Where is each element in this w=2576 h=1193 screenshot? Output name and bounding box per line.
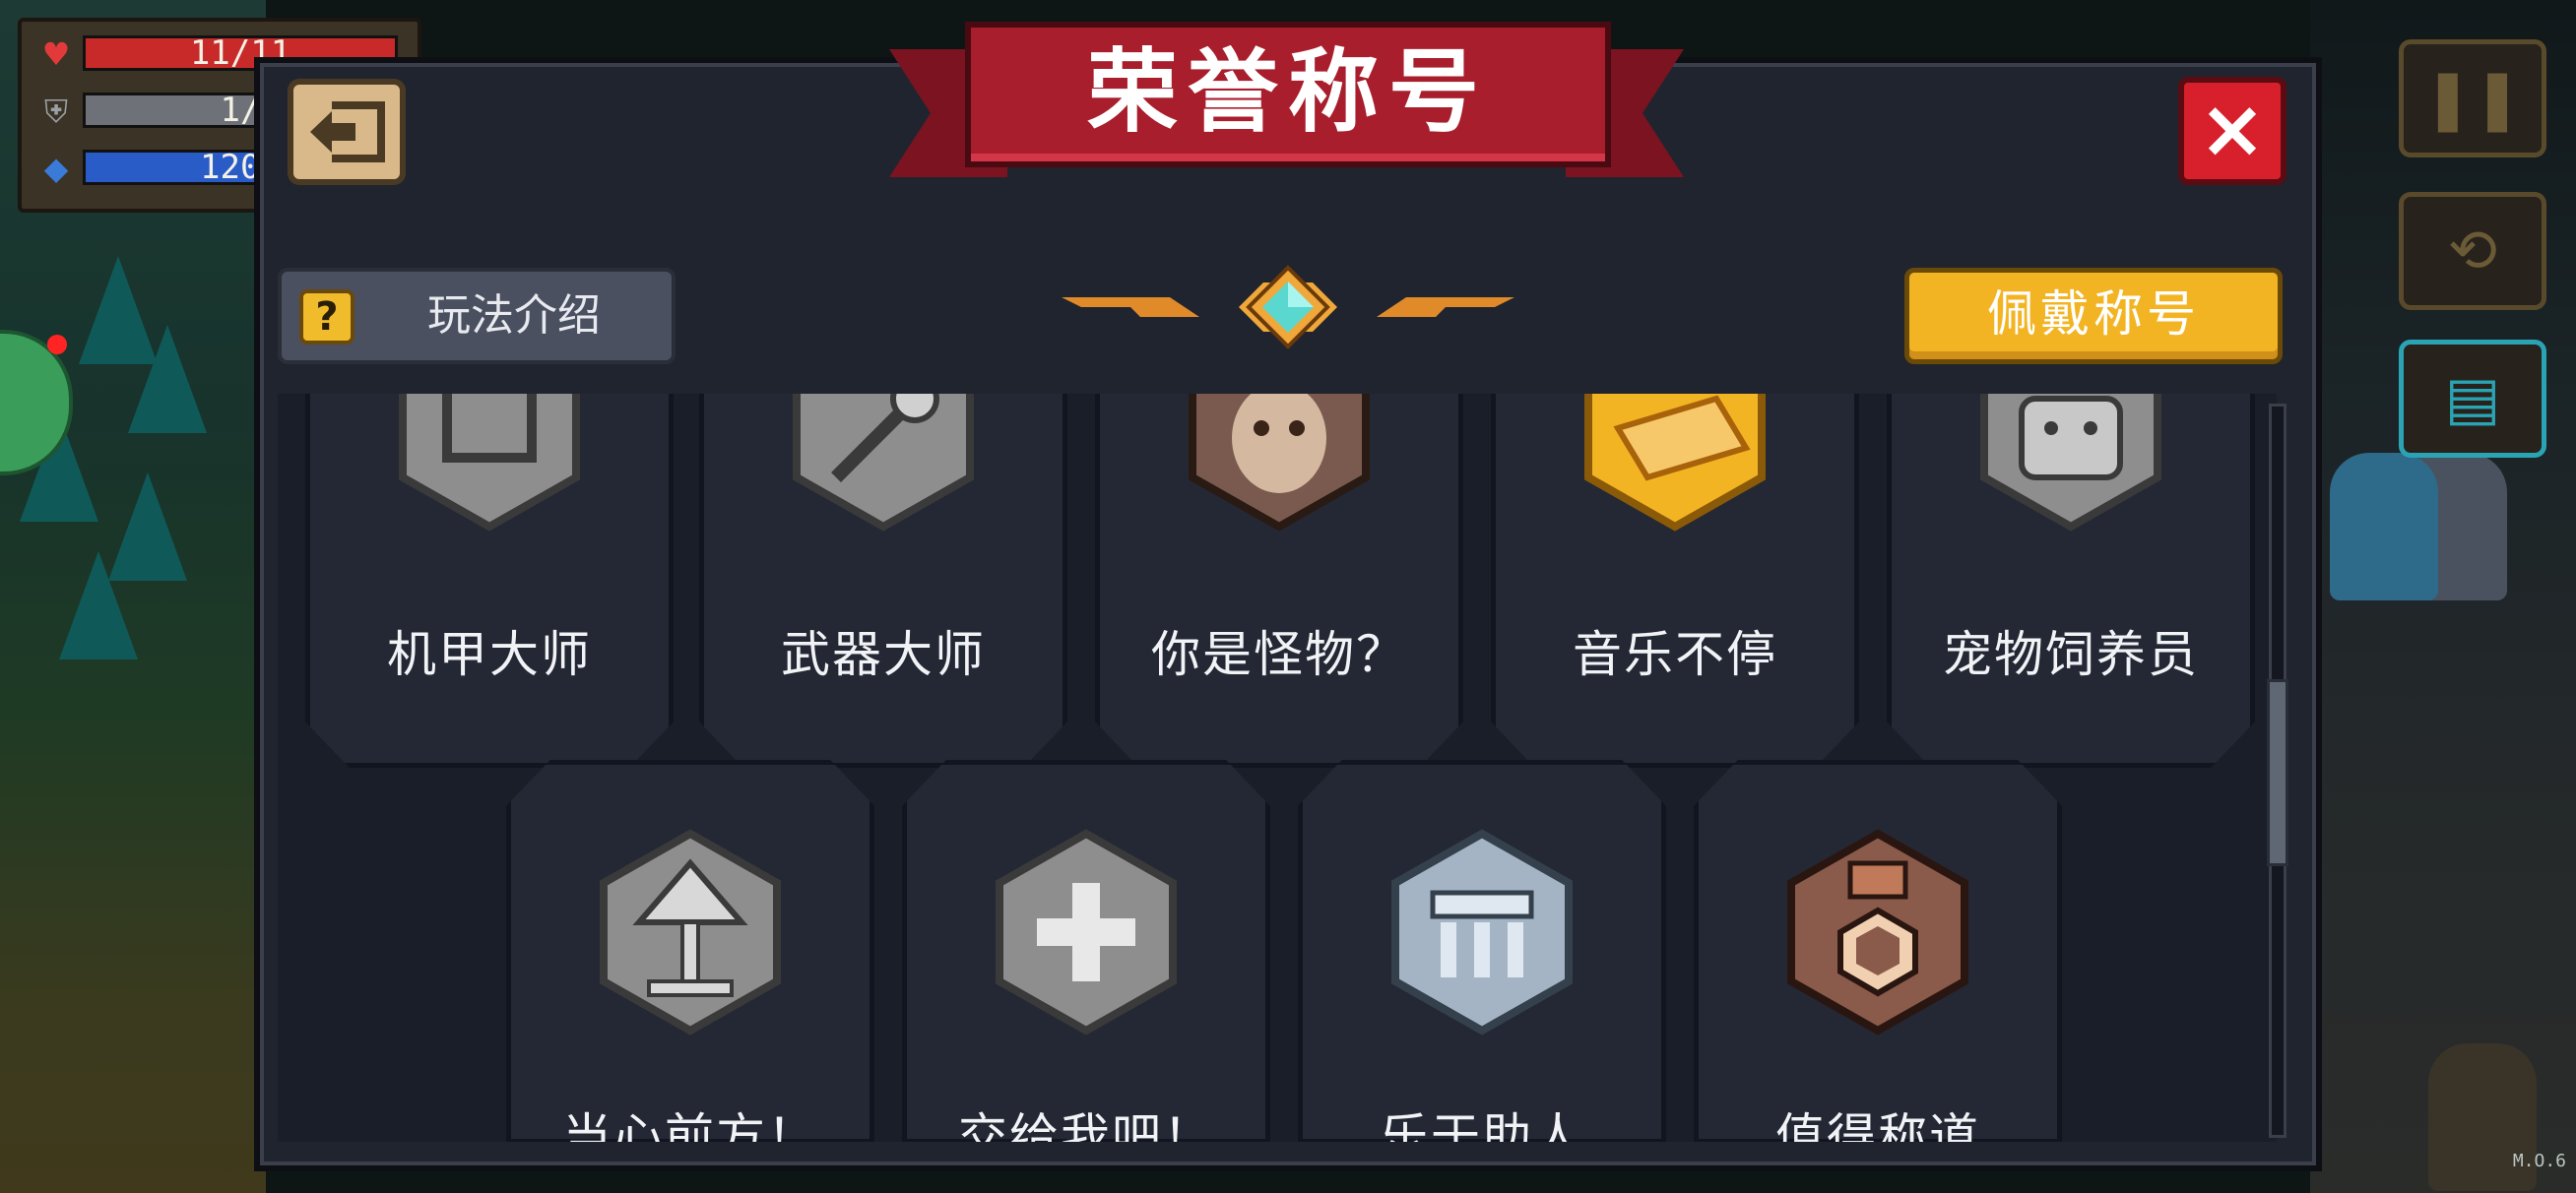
title-card-weapon-master[interactable]: 武器大师 xyxy=(699,394,1067,768)
title-card-pet-keeper[interactable]: 宠物饲养员 xyxy=(1887,394,2255,768)
scrollbar-thumb[interactable] xyxy=(2267,679,2288,866)
medic-badge-icon xyxy=(996,829,1177,1036)
close-icon: × xyxy=(2198,83,2267,176)
title-label: 宠物饲养员 xyxy=(1943,626,2199,683)
title-label: 值得称道 xyxy=(1775,1108,1980,1142)
notification-dot xyxy=(47,335,67,354)
exit-icon xyxy=(310,101,385,162)
pause-button[interactable]: ❚❚ xyxy=(2399,39,2546,157)
title-card-watch-out[interactable]: 当心前方！ xyxy=(506,760,874,1142)
mech-badge-icon xyxy=(399,394,580,532)
title-card-praiseworthy[interactable]: 值得称道 xyxy=(1694,760,2062,1142)
ally-character xyxy=(2330,453,2438,600)
title-label: 音乐不停 xyxy=(1573,626,1777,683)
equip-title-button[interactable]: 佩戴称号 xyxy=(1904,268,2283,364)
title-label: 武器大师 xyxy=(781,626,986,683)
helper-badge-icon xyxy=(1391,829,1573,1036)
dialog-title: 荣誉称号 xyxy=(965,22,1611,167)
title-label: 乐于助人 xyxy=(1380,1108,1584,1142)
title-label: 你是怪物？ xyxy=(1151,626,1407,683)
title-label: 当心前方！ xyxy=(562,1108,818,1142)
chat-button[interactable]: ▤ xyxy=(2399,340,2546,458)
title-card-monster[interactable]: 你是怪物？ xyxy=(1095,394,1463,768)
how-to-play-label: 玩法介绍 xyxy=(427,290,601,341)
close-button[interactable]: × xyxy=(2178,77,2286,185)
energy-diamond-icon: ◆ xyxy=(43,150,69,187)
warning-sign-badge-icon xyxy=(600,829,781,1036)
version-label: M.O.6 xyxy=(2512,1151,2566,1171)
tree-decoration xyxy=(59,551,138,659)
title-card-mech-master[interactable]: 机甲大师 xyxy=(305,394,674,768)
title-card-leave-it-to-me[interactable]: 交给我吧！ xyxy=(902,760,1270,1142)
question-icon: ? xyxy=(299,289,354,345)
swap-weapon-button[interactable]: ⟲ xyxy=(2399,192,2546,310)
tree-decoration xyxy=(128,325,207,433)
titles-grid: 机甲大师 武器大师 你是怪物？ 音乐不停 宠物饲养员 当心前方！ 交给我吧！ 乐… xyxy=(278,394,2277,1142)
how-to-play-button[interactable]: ? 玩法介绍 xyxy=(278,268,676,364)
weapon-badge-icon xyxy=(793,394,974,532)
game-background-right xyxy=(2310,0,2576,1193)
diamond-crest-ornament xyxy=(1062,265,1514,349)
heart-icon: ♥ xyxy=(41,35,71,73)
back-button[interactable] xyxy=(288,79,406,185)
title-card-music-nonstop[interactable]: 音乐不停 xyxy=(1491,394,1859,768)
title-label: 机甲大师 xyxy=(387,626,592,683)
title-label: 交给我吧！ xyxy=(958,1108,1214,1142)
pet-badge-icon xyxy=(1980,394,2161,532)
title-card-helpful[interactable]: 乐于助人 xyxy=(1298,760,1666,1142)
medal-badge-icon xyxy=(1787,829,1968,1036)
monster-badge-icon xyxy=(1189,394,1370,532)
shield-icon: ⛨ xyxy=(43,93,68,130)
music-badge-icon xyxy=(1584,394,1766,532)
